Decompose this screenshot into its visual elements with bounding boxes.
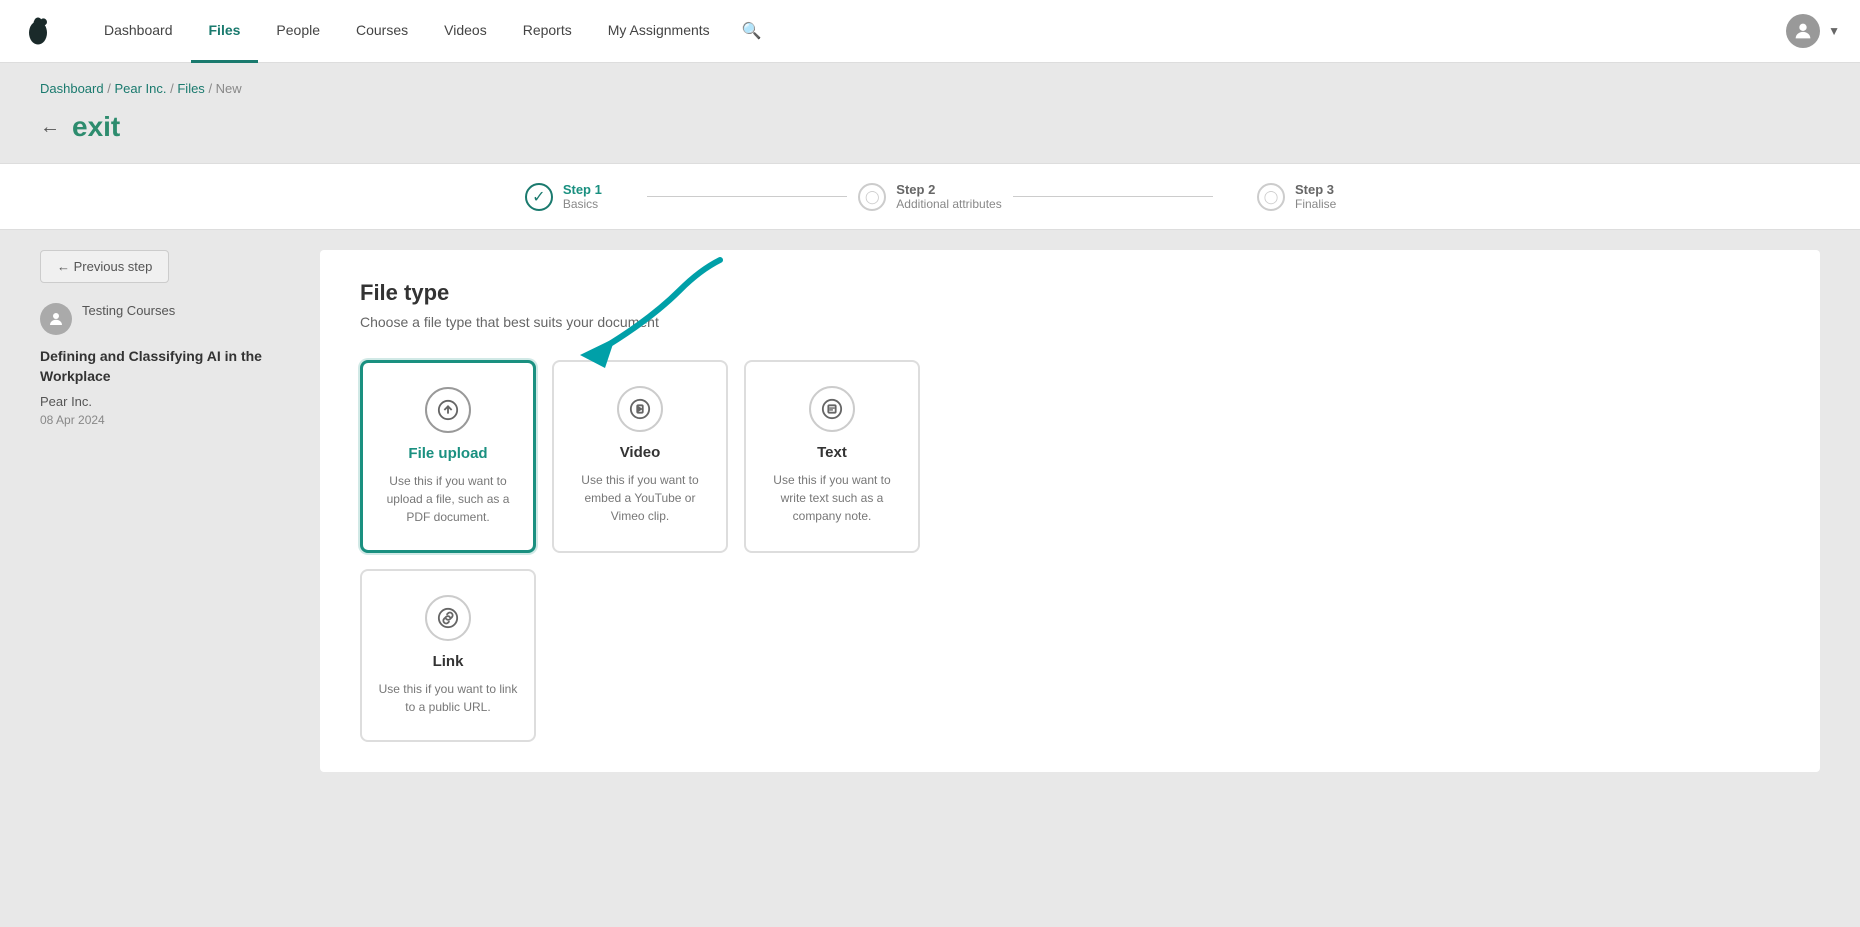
breadcrumb-files[interactable]: Files: [177, 81, 204, 96]
course-card: Testing Courses: [40, 303, 300, 335]
link-icon: [425, 595, 471, 641]
step-2-icon: ◯: [858, 183, 886, 211]
video-card[interactable]: Video Use this if you want to embed a Yo…: [552, 360, 728, 553]
link-name: Link: [378, 653, 518, 670]
breadcrumb-org[interactable]: Pear Inc.: [114, 81, 166, 96]
step-2-label: Step 2: [896, 182, 1001, 197]
breadcrumb: Dashboard / Pear Inc. / Files / New: [0, 63, 1860, 106]
nav-links: Dashboard Files People Courses Videos Re…: [86, 0, 1786, 63]
step-3-icon: ◯: [1257, 183, 1285, 211]
search-icon[interactable]: 🔍: [738, 17, 766, 45]
exit-label[interactable]: exit: [72, 111, 120, 143]
step-divider-1: [647, 196, 847, 197]
video-desc: Use this if you want to embed a YouTube …: [570, 471, 710, 525]
file-upload-name: File upload: [379, 445, 517, 462]
step-3[interactable]: ◯ Step 3 Finalise: [1213, 182, 1380, 211]
course-org: Pear Inc.: [40, 394, 300, 409]
step-1-sublabel: Basics: [563, 197, 602, 211]
step-divider-2: [1013, 196, 1213, 197]
text-desc: Use this if you want to write text such …: [762, 471, 902, 525]
file-upload-desc: Use this if you want to upload a file, s…: [379, 472, 517, 526]
exit-header: ← exit: [0, 106, 1860, 163]
back-arrow-icon[interactable]: ←: [40, 116, 60, 139]
breadcrumb-dashboard[interactable]: Dashboard: [40, 81, 104, 96]
step-1-label: Step 1: [563, 182, 602, 197]
course-title: Defining and Classifying AI in the Workp…: [40, 347, 300, 386]
avatar-chevron[interactable]: ▼: [1828, 24, 1840, 38]
avatar: [1786, 14, 1820, 48]
text-name: Text: [762, 444, 902, 461]
text-icon: [809, 386, 855, 432]
navigation: Dashboard Files People Courses Videos Re…: [0, 0, 1860, 63]
step-1[interactable]: ✓ Step 1 Basics: [480, 182, 647, 211]
link-desc: Use this if you want to link to a public…: [378, 680, 518, 716]
content-area: ← Previous step Testing Courses Defining…: [0, 230, 1860, 792]
right-panel: File type Choose a file type that best s…: [320, 250, 1820, 772]
file-type-grid: File upload Use this if you want to uplo…: [360, 360, 920, 742]
nav-files[interactable]: Files: [191, 0, 259, 63]
step-3-label: Step 3: [1295, 182, 1336, 197]
course-avatar: [40, 303, 72, 335]
nav-people[interactable]: People: [258, 0, 338, 63]
prev-step-button[interactable]: ← Previous step: [40, 250, 169, 283]
breadcrumb-sep-3: /: [208, 81, 215, 96]
step-2-info: Step 2 Additional attributes: [896, 182, 1001, 211]
nav-dashboard[interactable]: Dashboard: [86, 0, 191, 63]
file-type-subtitle: Choose a file type that best suits your …: [360, 314, 1780, 330]
course-name: Testing Courses: [82, 303, 175, 318]
breadcrumb-new: New: [216, 81, 242, 96]
file-upload-card[interactable]: File upload Use this if you want to uplo…: [360, 360, 536, 553]
link-card[interactable]: Link Use this if you want to link to a p…: [360, 569, 536, 742]
nav-videos[interactable]: Videos: [426, 0, 505, 63]
upload-icon: [425, 387, 471, 433]
text-card[interactable]: Text Use this if you want to write text …: [744, 360, 920, 553]
file-type-title: File type: [360, 280, 1780, 306]
step-1-icon: ✓: [525, 183, 553, 211]
step-3-sublabel: Finalise: [1295, 197, 1336, 211]
steps-bar: ✓ Step 1 Basics ◯ Step 2 Additional attr…: [0, 163, 1860, 230]
nav-right: ▼: [1786, 14, 1840, 48]
main-content: Dashboard / Pear Inc. / Files / New ← ex…: [0, 63, 1860, 927]
video-name: Video: [570, 444, 710, 461]
step-2[interactable]: ◯ Step 2 Additional attributes: [847, 182, 1014, 211]
logo[interactable]: [20, 13, 56, 49]
nav-courses[interactable]: Courses: [338, 0, 426, 63]
file-type-section: File upload Use this if you want to uplo…: [360, 360, 920, 742]
left-panel: ← Previous step Testing Courses Defining…: [40, 250, 300, 772]
step-2-sublabel: Additional attributes: [896, 197, 1001, 211]
course-date: 08 Apr 2024: [40, 413, 300, 427]
nav-my-assignments[interactable]: My Assignments: [590, 0, 728, 63]
step-3-info: Step 3 Finalise: [1295, 182, 1336, 211]
video-icon: [617, 386, 663, 432]
nav-reports[interactable]: Reports: [505, 0, 590, 63]
step-1-info: Step 1 Basics: [563, 182, 602, 211]
